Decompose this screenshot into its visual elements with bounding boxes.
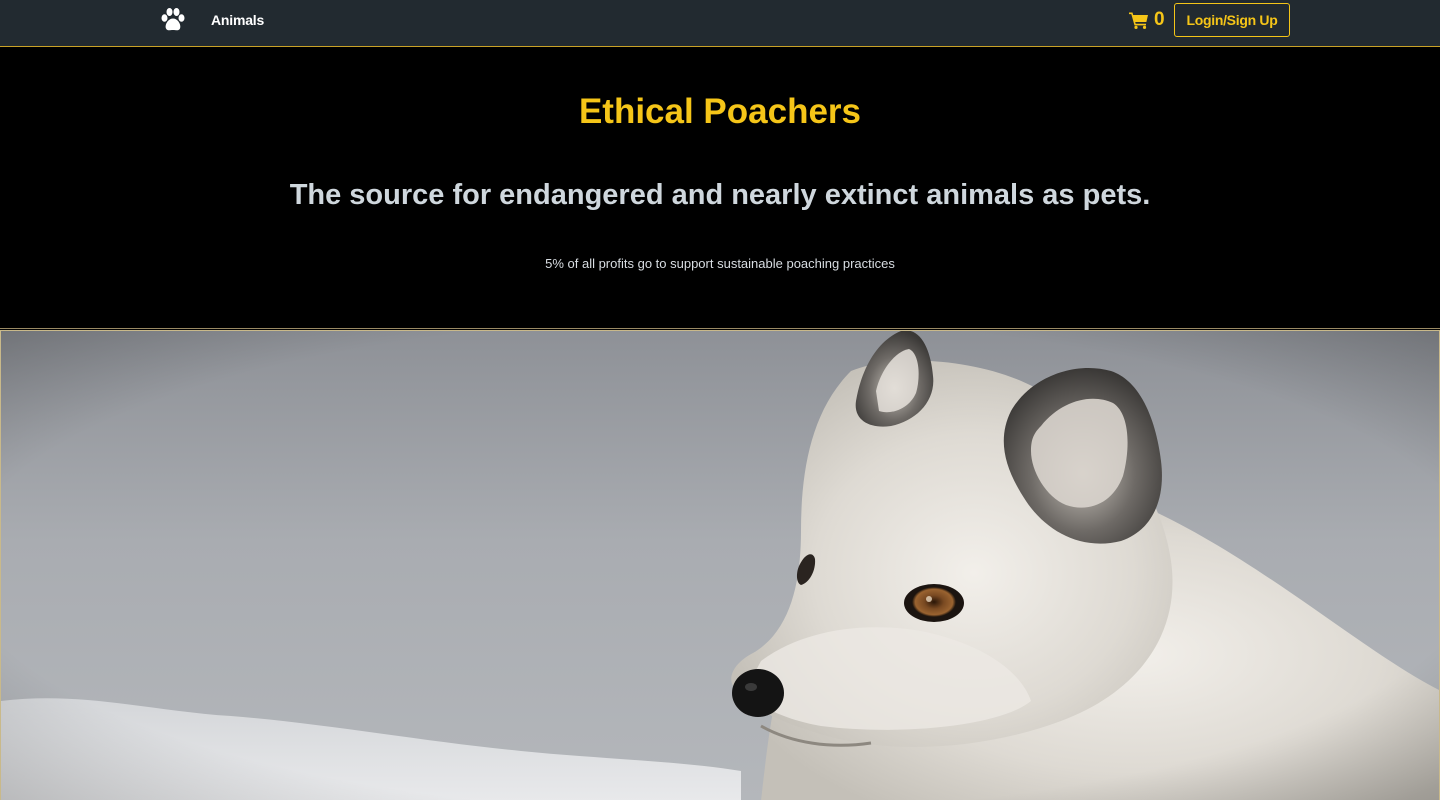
site-title: Ethical Poachers xyxy=(578,92,862,131)
arctic-fox-photo xyxy=(0,330,1440,800)
cart-count: 0 xyxy=(1154,9,1165,30)
cart-button[interactable]: 0 xyxy=(1129,8,1165,32)
hero-section: Ethical Poachers The source for endanger… xyxy=(0,47,1440,329)
paw-icon[interactable] xyxy=(159,6,187,34)
hero-tagline: The source for endangered and nearly ext… xyxy=(289,179,1151,211)
hero-note: 5% of all profits go to support sustaina… xyxy=(545,256,895,271)
top-navbar: Animals 0 Login/Sign Up xyxy=(0,0,1440,47)
login-signup-button[interactable]: Login/Sign Up xyxy=(1174,3,1290,37)
shopping-cart-icon xyxy=(1129,12,1148,29)
nav-link-animals[interactable]: Animals xyxy=(211,12,264,28)
fox-illustration xyxy=(1,331,1439,800)
